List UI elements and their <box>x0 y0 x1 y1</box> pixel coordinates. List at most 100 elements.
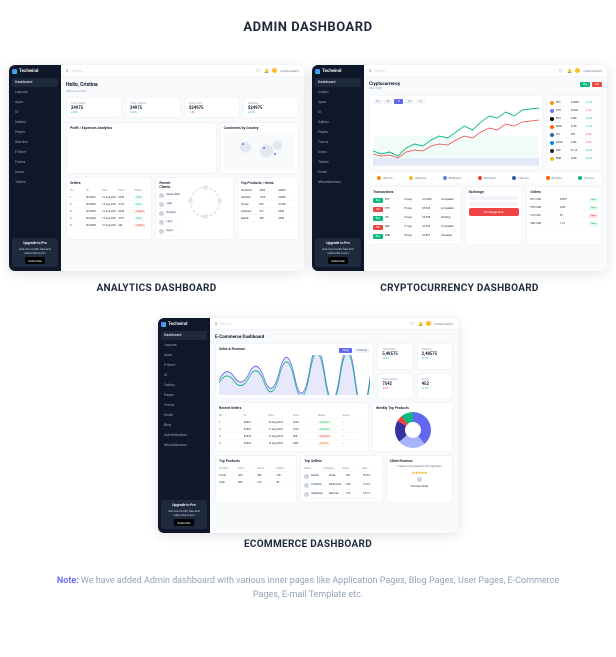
table-row[interactable]: LTC/USD89Open <box>530 212 598 220</box>
table-row[interactable]: BTC/USD34587Done <box>530 196 598 204</box>
sidebar-item[interactable]: Forms <box>161 401 207 410</box>
coin-row[interactable]: BTC$34587+1.5% <box>550 99 598 107</box>
menu-icon[interactable]: ≡ <box>66 68 68 73</box>
sidebar-item[interactable]: Gallery <box>315 118 361 127</box>
coin-brand[interactable]: Litecoin <box>512 176 529 180</box>
avatar[interactable] <box>426 321 431 326</box>
timeframe-tab[interactable]: 1h <box>373 99 382 104</box>
sell-button[interactable]: Sell <box>592 82 602 87</box>
buy-button[interactable]: Buy <box>580 82 590 87</box>
sidebar-item[interactable]: Starters <box>12 138 58 147</box>
sidebar-item[interactable]: Email <box>315 168 361 177</box>
list-item[interactable]: Giglink482$458 <box>241 215 295 222</box>
list-item[interactable]: Landrick1245$2586 <box>241 194 295 201</box>
sidebar-item[interactable]: Apps <box>161 351 207 360</box>
sidebar-item[interactable]: Layouts <box>12 88 58 97</box>
search-input[interactable]: Search... <box>374 69 388 73</box>
table-row[interactable]: BuyLTC16 Aug$3,458Pending <box>373 214 458 223</box>
sidebar-item[interactable]: Tables <box>12 178 58 187</box>
notification-icon[interactable]: 🔔 <box>567 68 572 73</box>
sidebar-item[interactable]: Email <box>161 411 207 420</box>
sidebar-item[interactable]: Icons <box>12 168 58 177</box>
search-input[interactable]: Search... <box>71 69 85 73</box>
avatar[interactable] <box>272 68 277 73</box>
sidebar-item[interactable]: UI <box>12 108 58 117</box>
timeframe-tab[interactable]: 4h <box>384 99 393 104</box>
sidebar-item[interactable]: Pages <box>161 391 207 400</box>
avatar[interactable] <box>575 68 580 73</box>
flag-icon[interactable]: 🏳️ <box>559 68 564 73</box>
table-row[interactable]: 1#452110 Aug 2023$253Delivered⋯ <box>219 419 365 426</box>
sidebar-item[interactable]: Gallery <box>12 118 58 127</box>
sidebar-item[interactable]: UI <box>315 108 361 117</box>
list-item[interactable]: Jobstack571$968 <box>241 208 295 215</box>
table-row[interactable]: ChristinaElectronics25872.3% <box>304 481 378 490</box>
coin-brand[interactable]: Blocknet <box>478 176 496 180</box>
notification-icon[interactable]: 🔔 <box>264 68 269 73</box>
coin-row[interactable]: LTC$89-0.5% <box>550 131 598 139</box>
menu-icon[interactable]: ≡ <box>369 68 371 73</box>
period-tab[interactable]: Yesterday <box>354 348 370 353</box>
list-item[interactable]: Hously857$1258 <box>241 201 295 208</box>
table-row[interactable]: 3#452312 Aug 2023$68Canceled⋯ <box>219 433 365 440</box>
sidebar-item[interactable]: Pages <box>315 128 361 137</box>
sidebar-item[interactable]: Miscellaneous <box>161 441 207 450</box>
sidebar-item[interactable]: Apps <box>315 98 361 107</box>
table-row[interactable]: BuyBNB18 Aug$2,587Canceled <box>373 232 458 241</box>
list-item[interactable]: Julie <box>159 200 179 209</box>
coin-brand[interactable]: Monero <box>546 176 562 180</box>
coin-row[interactable]: BNB$258+0.9% <box>550 155 598 163</box>
subscribe-button[interactable]: Subscribe <box>174 519 193 526</box>
sidebar-item[interactable]: Authentication <box>161 431 207 440</box>
coin-brand[interactable]: Binance <box>409 176 426 180</box>
table-row[interactable]: 2#452211 Aug 2023$124Delivered⋯ <box>219 426 365 433</box>
sidebar-item[interactable]: E-Store <box>12 148 58 157</box>
table-row[interactable]: 4#ord00419 Aug 2023$157Paid <box>70 215 148 222</box>
list-item[interactable]: Techwind3542$4563 <box>241 187 295 194</box>
flag-icon[interactable]: 🏳️ <box>410 321 415 326</box>
sidebar-item[interactable]: Gallery <box>161 381 207 390</box>
sidebar-item[interactable]: Layouts <box>161 341 207 350</box>
search-input[interactable]: Search... <box>220 322 234 326</box>
coin-row[interactable]: ETH$2345-2.1% <box>550 107 598 115</box>
coin-row[interactable]: XMR$158+1.2% <box>550 123 598 131</box>
table-row[interactable]: 2#ord00213 Aug 2023$123Paid <box>70 201 148 208</box>
table-row[interactable]: Chair$8521098 <box>219 479 293 486</box>
table-row[interactable]: XRP/USD1.24Done <box>530 220 598 228</box>
coin-row[interactable]: DASH$456-0.2% <box>550 139 598 147</box>
coin-brand[interactable]: Kucoin <box>578 176 593 180</box>
table-row[interactable]: SellXRP17 Aug$1,245Completed <box>373 223 458 232</box>
list-item[interactable]: Larry <box>159 218 179 227</box>
subscribe-button[interactable]: Subscribe <box>25 257 44 264</box>
menu-icon[interactable]: ≡ <box>215 321 217 326</box>
notification-icon[interactable]: 🔔 <box>418 321 423 326</box>
exchange-input[interactable] <box>469 202 520 206</box>
coin-row[interactable]: EOS$458+0.8% <box>550 115 598 123</box>
exchange-button[interactable]: Exchange Now <box>469 208 520 216</box>
coin-brand[interactable]: Bitcoin <box>377 176 392 180</box>
sidebar-item-dashboard[interactable]: Dashboard <box>315 78 361 87</box>
sidebar-item[interactable]: Crypto <box>315 88 361 97</box>
sidebar-item[interactable]: Miscellaneous <box>315 178 361 187</box>
table-row[interactable]: DanielShoes45284.5% <box>304 472 378 481</box>
sidebar-item[interactable]: Apps <box>12 98 58 107</box>
table-row[interactable]: BuyBTC14 Aug$14,400Completed <box>373 196 458 205</box>
period-tab[interactable]: Today <box>339 348 351 353</box>
sidebar-item[interactable]: Icons <box>315 148 361 157</box>
table-row[interactable]: 4#452413 Aug 2023$487Pending⋯ <box>219 440 365 447</box>
coin-row[interactable]: XRP$1.24+3.4% <box>550 147 598 155</box>
sidebar-item[interactable]: Forms <box>315 138 361 147</box>
table-row[interactable]: StephanieWatches12565.1% <box>304 490 378 499</box>
table-row[interactable]: 1#ord00110 Aug 2023$253Paid <box>70 194 148 201</box>
table-row[interactable]: 5#ord00521 Aug 2023$62Unpaid <box>70 222 148 229</box>
timeframe-tab[interactable]: 1y <box>416 99 424 104</box>
list-item[interactable]: Howard <box>159 209 179 218</box>
flag-icon[interactable]: 🏳️ <box>256 68 261 73</box>
list-item[interactable]: Sysco <box>159 227 179 236</box>
table-row[interactable]: 3#ord00316 Aug 2023$245Unpaid <box>70 208 148 215</box>
sidebar-item-dashboard[interactable]: Dashboard <box>161 331 207 340</box>
sidebar-item[interactable]: Forms <box>12 158 58 167</box>
sidebar-item[interactable]: UI <box>161 371 207 380</box>
timeframe-tab[interactable]: 1w <box>405 99 414 104</box>
table-row[interactable]: ETH/USD2345Done <box>530 204 598 212</box>
